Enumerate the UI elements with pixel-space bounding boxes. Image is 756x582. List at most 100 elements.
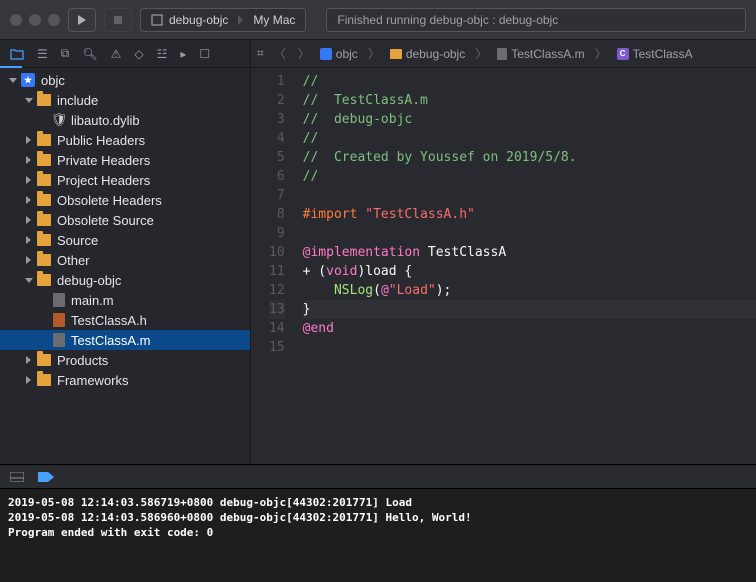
run-button[interactable] bbox=[68, 8, 96, 32]
disclosure-triangle-icon[interactable] bbox=[24, 176, 33, 185]
issue-navigator-tab[interactable]: ⚠︎ bbox=[111, 47, 122, 61]
terminal-icon bbox=[151, 14, 163, 26]
scheme-name: debug-objc bbox=[169, 13, 228, 27]
folder-icon bbox=[37, 234, 51, 246]
tree-row[interactable]: ★ objc bbox=[0, 70, 250, 90]
line-gutter[interactable]: 123456789101112131415 bbox=[251, 68, 297, 464]
disclosure-triangle-icon[interactable] bbox=[24, 276, 33, 285]
disclosure-triangle-icon[interactable] bbox=[24, 156, 33, 165]
group-label: include bbox=[57, 93, 98, 108]
tree-row[interactable]: Project Headers bbox=[0, 170, 250, 190]
tree-row[interactable]: 🛡︎ libauto.dylib bbox=[0, 110, 250, 130]
disclosure-triangle-icon[interactable] bbox=[8, 76, 17, 85]
toggle-variables-view-button[interactable] bbox=[10, 472, 24, 482]
close-window-button[interactable] bbox=[10, 14, 22, 26]
tree-row[interactable]: Obsolete Source bbox=[0, 210, 250, 230]
source-text[interactable]: //// TestClassA.m// debug-objc//// Creat… bbox=[297, 68, 756, 464]
breadcrumb-file[interactable]: TestClassA.m bbox=[497, 47, 584, 61]
find-navigator-tab[interactable]: 🔍︎ bbox=[82, 47, 97, 61]
project-tree[interactable]: ★ objc include 🛡︎ libauto.dylib Public Header… bbox=[0, 68, 250, 464]
disclosure-triangle-icon[interactable] bbox=[24, 96, 33, 105]
group-label: Frameworks bbox=[57, 373, 129, 388]
spacer bbox=[40, 336, 49, 345]
tree-row[interactable]: debug-objc bbox=[0, 270, 250, 290]
titlebar: debug-objc My Mac Finished running debug… bbox=[0, 0, 756, 40]
debug-output-filter[interactable] bbox=[38, 472, 54, 482]
source-control-navigator-tab[interactable]: ☰ bbox=[37, 47, 48, 61]
folder-icon bbox=[37, 274, 51, 286]
group-label: Source bbox=[57, 233, 98, 248]
project-name: objc bbox=[41, 73, 65, 88]
report-navigator-tab[interactable]: ☐ bbox=[199, 47, 210, 61]
source-editor[interactable]: 123456789101112131415 //// TestClassA.m/… bbox=[251, 68, 756, 464]
file-label: libauto.dylib bbox=[71, 113, 140, 128]
file-label: TestClassA.h bbox=[71, 313, 147, 328]
forward-button[interactable]: 〉 bbox=[296, 45, 312, 62]
tree-row[interactable]: Products bbox=[0, 350, 250, 370]
window-controls bbox=[10, 14, 60, 26]
group-label: Public Headers bbox=[57, 133, 145, 148]
breadcrumb-project[interactable]: objc bbox=[320, 47, 358, 61]
folder-icon bbox=[37, 134, 51, 146]
symbol-navigator-tab[interactable]: ⧉ bbox=[61, 46, 70, 61]
activity-text: Finished running debug-objc : debug-objc bbox=[337, 13, 558, 27]
console-output[interactable]: 2019-05-08 12:14:03.586719+0800 debug-ob… bbox=[0, 489, 756, 582]
group-label: Obsolete Headers bbox=[57, 193, 162, 208]
disclosure-triangle-icon[interactable] bbox=[24, 256, 33, 265]
minimize-window-button[interactable] bbox=[29, 14, 41, 26]
test-navigator-tab[interactable]: ◇ bbox=[134, 47, 143, 61]
spacer bbox=[40, 116, 49, 125]
related-items-icon[interactable]: ⌗ bbox=[257, 46, 264, 61]
play-icon bbox=[78, 15, 86, 25]
group-label: Project Headers bbox=[57, 173, 150, 188]
disclosure-triangle-icon[interactable] bbox=[24, 136, 33, 145]
group-label: Obsolete Source bbox=[57, 213, 154, 228]
folder-icon bbox=[10, 47, 24, 61]
stop-icon bbox=[114, 16, 122, 24]
folder-icon bbox=[390, 49, 402, 59]
folder-icon bbox=[37, 354, 51, 366]
breadcrumb-symbol[interactable]: CTestClassA bbox=[617, 47, 693, 61]
scheme-selector[interactable]: debug-objc My Mac bbox=[140, 8, 306, 32]
chevron-right-icon: 〉 bbox=[593, 45, 609, 62]
stop-button[interactable] bbox=[104, 8, 132, 32]
breakpoint-navigator-tab[interactable]: ▸ bbox=[180, 47, 186, 61]
main-split: ☰ ⧉ 🔍︎ ⚠︎ ◇ ☳ ▸ ☐ ★ objc include 🛡︎ libauto.… bbox=[0, 40, 756, 464]
disclosure-triangle-icon[interactable] bbox=[24, 236, 33, 245]
breadcrumb-group[interactable]: debug-objc bbox=[390, 47, 465, 61]
group-label: Private Headers bbox=[57, 153, 150, 168]
project-navigator-tab[interactable] bbox=[10, 47, 24, 61]
project-icon: ★ bbox=[21, 73, 35, 87]
disclosure-triangle-icon[interactable] bbox=[24, 196, 33, 205]
tree-row[interactable]: TestClassA.m bbox=[0, 330, 250, 350]
file-icon bbox=[497, 48, 507, 60]
tree-row[interactable]: include bbox=[0, 90, 250, 110]
disclosure-triangle-icon[interactable] bbox=[24, 216, 33, 225]
tree-row[interactable]: TestClassA.h bbox=[0, 310, 250, 330]
tree-row[interactable]: Private Headers bbox=[0, 150, 250, 170]
zoom-window-button[interactable] bbox=[48, 14, 60, 26]
class-icon: C bbox=[617, 48, 629, 60]
tree-row[interactable]: Obsolete Headers bbox=[0, 190, 250, 210]
editor-area: ⌗ 〈 〉 objc 〉 debug-objc 〉 TestClassA.m 〉… bbox=[251, 40, 756, 464]
file-label: TestClassA.m bbox=[71, 333, 150, 348]
activity-viewer: Finished running debug-objc : debug-objc bbox=[326, 8, 746, 32]
tree-row[interactable]: Other bbox=[0, 250, 250, 270]
folder-icon bbox=[37, 254, 51, 266]
tree-row[interactable]: Frameworks bbox=[0, 370, 250, 390]
folder-icon bbox=[37, 154, 51, 166]
run-destination: My Mac bbox=[253, 13, 295, 27]
jump-bar[interactable]: ⌗ 〈 〉 objc 〉 debug-objc 〉 TestClassA.m 〉… bbox=[251, 40, 756, 68]
debug-navigator-tab[interactable]: ☳ bbox=[157, 47, 168, 61]
spacer bbox=[40, 316, 49, 325]
folder-icon bbox=[37, 94, 51, 106]
tree-row[interactable]: Public Headers bbox=[0, 130, 250, 150]
shield-icon: 🛡︎ bbox=[53, 113, 65, 127]
disclosure-triangle-icon[interactable] bbox=[24, 356, 33, 365]
tree-row[interactable]: main.m bbox=[0, 290, 250, 310]
file-icon bbox=[53, 293, 65, 307]
disclosure-triangle-icon[interactable] bbox=[24, 376, 33, 385]
back-button[interactable]: 〈 bbox=[272, 45, 288, 62]
tree-row[interactable]: Source bbox=[0, 230, 250, 250]
folder-icon bbox=[37, 374, 51, 386]
